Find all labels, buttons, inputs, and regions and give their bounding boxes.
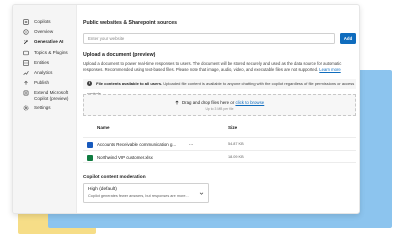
- excel-file-icon: [87, 154, 93, 161]
- moderation-value: High (default): [88, 187, 117, 192]
- moderation-dropdown[interactable]: High (default) Copilot generates fewer a…: [83, 183, 209, 203]
- column-header-name: Name: [97, 125, 110, 130]
- sidebar-item-extend[interactable]: Extend Microsoft Copilot (preview): [13, 90, 76, 101]
- website-input[interactable]: Enter your website: [83, 33, 335, 44]
- topics-icon: [23, 50, 29, 56]
- table-row[interactable]: Northwind VIP customer.xlsx 18.09 KB: [83, 150, 356, 163]
- main-content: Public websites & Sharepoint sources Ent…: [83, 5, 359, 213]
- file-name: Northwind VIP customer.xlsx: [97, 155, 153, 160]
- sidebar-item-entities[interactable]: Entities: [13, 60, 76, 66]
- sidebar-item-generative-ai[interactable]: Generative AI: [13, 39, 76, 45]
- sidebar-item-label: Settings: [34, 105, 51, 111]
- upload-description-text: Upload a document to power real-time res…: [83, 61, 342, 72]
- table-row[interactable]: Accounts Receivable communication g... ·…: [83, 137, 356, 150]
- dropzone-text: Drag and drop files here or click to bro…: [84, 100, 355, 105]
- drop-label: Drag and drop files here or: [181, 100, 235, 105]
- word-file-icon: [87, 141, 93, 148]
- sidebar-item-overview[interactable]: Overview: [13, 29, 76, 35]
- sidebar-item-label: Extend Microsoft Copilot (preview): [34, 90, 69, 101]
- dropzone-subtext: Up to 3 MB per file: [205, 107, 234, 112]
- sidebar-item-label: Topics & Plugins: [34, 49, 68, 55]
- sidebar-item-publish[interactable]: Publish: [13, 80, 76, 86]
- moderation-description: Copilot generates fewer answers, but res…: [88, 194, 189, 198]
- entities-icon: [23, 59, 29, 66]
- info-banner: i File contents available to all users. …: [83, 79, 356, 96]
- sidebar-item-label: Analytics: [34, 69, 53, 75]
- file-dropzone[interactable]: Drag and drop files here or click to bro…: [83, 94, 356, 116]
- generative-ai-icon: [23, 39, 29, 45]
- sidebar-item-analytics[interactable]: Analytics: [13, 70, 76, 76]
- analytics-icon: [23, 70, 29, 76]
- upload-description: Upload a document to power real-time res…: [83, 61, 353, 72]
- extend-icon: [23, 90, 29, 96]
- add-website-button[interactable]: Add: [340, 33, 356, 44]
- sidebar-item-label: Copilots: [34, 19, 51, 24]
- public-websites-title: Public websites & Sharepoint sources: [83, 20, 177, 26]
- sidebar-item-topics[interactable]: Topics & Plugins: [13, 50, 76, 56]
- app-window: Copilots Overview Generative AI Topics &…: [12, 4, 360, 214]
- moderation-title: Copilot content moderation: [83, 175, 146, 180]
- sidebar: Copilots Overview Generative AI Topics &…: [13, 5, 77, 213]
- chevron-down-icon: [199, 192, 204, 195]
- sidebar-item-settings[interactable]: Settings: [13, 105, 76, 111]
- overview-icon: [23, 29, 29, 35]
- sidebar-item-label: Publish: [34, 80, 50, 86]
- sidebar-item-label: Generative AI: [34, 39, 64, 45]
- upload-title: Upload a document (preview): [83, 52, 156, 58]
- info-icon: i: [87, 81, 92, 87]
- info-bold-text: File contents available to all users.: [96, 81, 163, 86]
- sidebar-item-copilots[interactable]: Copilots: [13, 19, 76, 25]
- sidebar-item-label: Entities: [34, 59, 50, 65]
- file-size: 18.09 KB: [228, 155, 244, 159]
- publish-icon: [23, 80, 29, 86]
- column-header-size: Size: [228, 125, 238, 130]
- upload-icon: [175, 100, 179, 105]
- sidebar-item-label: Overview: [34, 29, 54, 35]
- browse-link[interactable]: click to browse: [235, 100, 264, 105]
- copilots-icon: [23, 19, 29, 25]
- gear-icon: [23, 105, 29, 111]
- learn-more-link[interactable]: Learn more: [319, 67, 340, 72]
